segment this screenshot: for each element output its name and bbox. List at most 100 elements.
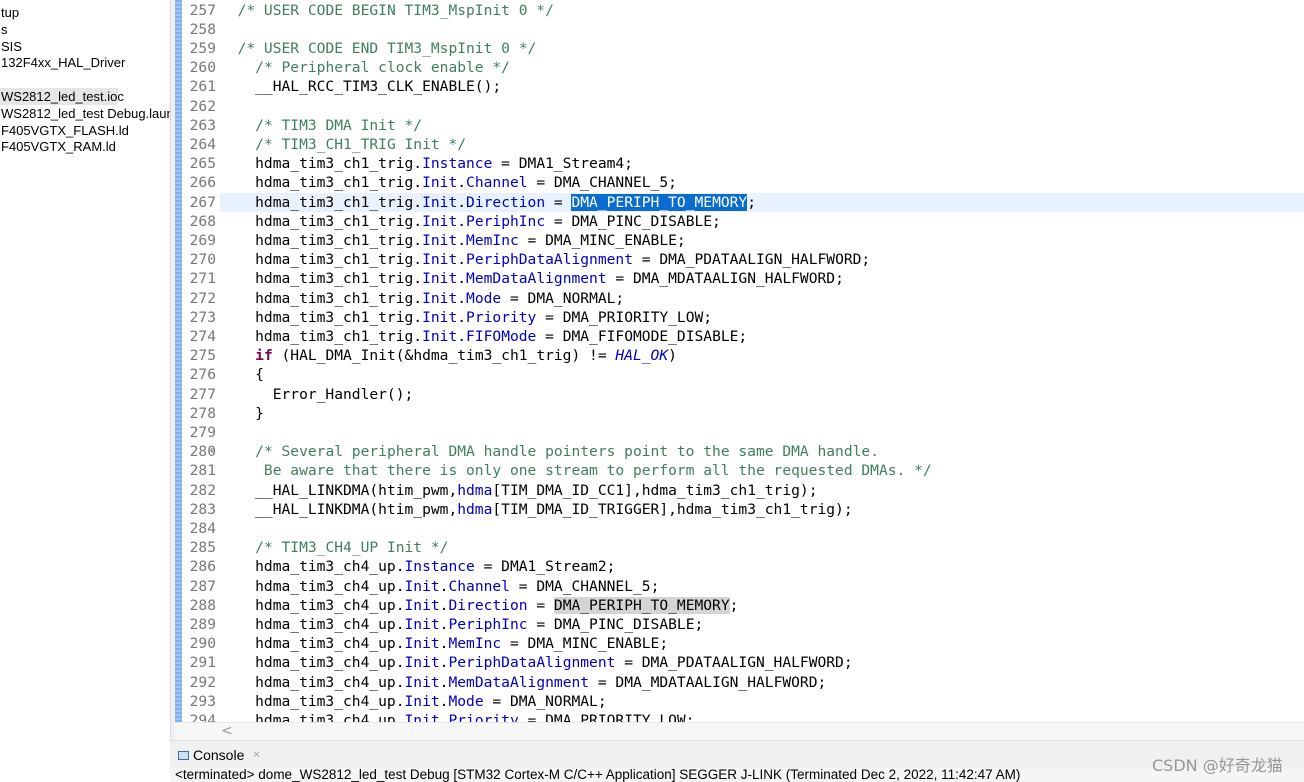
code-line[interactable]: hdma_tim3_ch1_trig.Init.PeriphInc = DMA_…: [220, 212, 1304, 231]
tree-item[interactable]: WS2812_led_test.ioc: [0, 88, 124, 105]
code-line[interactable]: hdma_tim3_ch4_up.Init.MemDataAlignment =…: [220, 673, 1304, 692]
line-number: 271: [189, 270, 216, 288]
tab-console[interactable]: Console ✕: [178, 747, 261, 763]
code-line[interactable]: /* TIM3_CH4_UP Init */: [220, 538, 1304, 557]
code-text: .: [457, 270, 467, 288]
code-line[interactable]: /* TIM3 DMA Init */: [220, 116, 1304, 135]
code-line[interactable]: hdma_tim3_ch1_trig.Init.Direction = DMA_…: [220, 192, 1304, 212]
watermark: CSDN @好奇龙猫: [1152, 756, 1283, 775]
line-number: 277: [189, 385, 216, 403]
code-field: Init: [404, 615, 440, 633]
code-line[interactable]: hdma_tim3_ch4_up.Instance = DMA1_Stream2…: [220, 557, 1304, 576]
tree-item[interactable]: s: [0, 21, 8, 38]
code-field: PeriphDataAlignment: [466, 251, 633, 269]
code-text: = DMA_MINC_ENABLE;: [518, 231, 686, 249]
code-line[interactable]: }: [220, 404, 1304, 423]
code-editor[interactable]: 257 /* USER CODE BEGIN TIM3_MspInit 0 */…: [182, 0, 1304, 722]
code-line[interactable]: /* TIM3_CH1_TRIG Init */: [220, 135, 1304, 154]
code-text: = DMA_CHANNEL_5;: [509, 577, 660, 595]
code-line[interactable]: [220, 97, 1304, 116]
line-number: 289: [189, 615, 216, 633]
code-line[interactable]: __HAL_LINKDMA(htim_pwm,hdma[TIM_DMA_ID_T…: [220, 500, 1304, 519]
code-line[interactable]: hdma_tim3_ch1_trig.Init.Mode = DMA_NORMA…: [220, 289, 1304, 308]
code-text: hdma_tim3_ch1_trig.: [220, 251, 423, 269]
line-number: 258: [189, 20, 216, 38]
code-field: Priority: [466, 308, 537, 326]
tree-item[interactable]: [0, 71, 1, 88]
code-field: PeriphInc: [466, 212, 546, 230]
code-line[interactable]: hdma_tim3_ch4_up.Init.PeriphInc = DMA_PI…: [220, 615, 1304, 634]
code-field: Channel: [466, 174, 528, 192]
code-field: Init: [422, 174, 458, 192]
tree-item[interactable]: SIS: [0, 38, 22, 55]
code-text: = DMA1_Stream4;: [492, 155, 633, 173]
code-line[interactable]: if (HAL_DMA_Init(&hdma_tim3_ch1_trig) !=…: [220, 346, 1304, 365]
line-number: 287: [189, 577, 216, 595]
code-line[interactable]: /* USER CODE END TIM3_MspInit 0 */: [220, 39, 1304, 58]
code-line[interactable]: hdma_tim3_ch1_trig.Init.MemInc = DMA_MIN…: [220, 231, 1304, 250]
code-text: .: [457, 231, 467, 249]
code-line[interactable]: /* Peripheral clock enable */: [220, 58, 1304, 77]
collapse-minus-icon[interactable]: ⊖: [210, 446, 215, 456]
code-line[interactable]: hdma_tim3_ch4_up.Init.Channel = DMA_CHAN…: [220, 577, 1304, 596]
line-number: 266: [189, 174, 216, 192]
code-line[interactable]: hdma_tim3_ch4_up.Init.PeriphDataAlignmen…: [220, 653, 1304, 672]
line-number: 261: [189, 78, 216, 96]
code-line[interactable]: hdma_tim3_ch1_trig.Init.Channel = DMA_CH…: [220, 173, 1304, 192]
horizontal-scrollbar[interactable]: <: [175, 722, 1304, 740]
line-number: 260: [189, 59, 216, 77]
code-comment: /* Several peripheral DMA handle pointer…: [255, 443, 879, 461]
tree-item[interactable]: F405VGTX_FLASH.ld: [0, 122, 129, 139]
code-line[interactable]: [220, 423, 1304, 442]
code-line[interactable]: Error_Handler();: [220, 385, 1304, 404]
code-field: Priority: [448, 711, 519, 722]
code-comment: /* USER CODE BEGIN TIM3_MspInit 0 */: [237, 1, 554, 19]
code-text: = DMA_PDATAALIGN_HALFWORD;: [632, 251, 871, 269]
code-line[interactable]: hdma_tim3_ch4_up.Init.Mode = DMA_NORMAL;: [220, 692, 1304, 711]
code-comment: /* TIM3_CH1_TRIG Init */: [255, 135, 467, 153]
code-line[interactable]: hdma_tim3_ch1_trig.Init.FIFOMode = DMA_F…: [220, 327, 1304, 346]
code-text: hdma_tim3_ch4_up.: [220, 673, 405, 691]
code-line[interactable]: hdma_tim3_ch4_up.Init.Priority = DMA_PRI…: [220, 711, 1304, 722]
code-line[interactable]: __HAL_LINKDMA(htim_pwm,hdma[TIM_DMA_ID_C…: [220, 481, 1304, 500]
code-text: ;: [729, 596, 739, 614]
code-field: Init: [404, 673, 440, 691]
code-line[interactable]: hdma_tim3_ch1_trig.Init.MemDataAlignment…: [220, 269, 1304, 288]
close-icon[interactable]: ✕: [252, 750, 260, 761]
line-number: 284: [189, 519, 216, 537]
tree-item[interactable]: F405VGTX_RAM.ld: [0, 138, 116, 155]
code-line[interactable]: Be aware that there is only one stream t…: [220, 461, 1304, 480]
code-comment: /* Peripheral clock enable */: [255, 59, 510, 77]
code-line[interactable]: /* USER CODE BEGIN TIM3_MspInit 0 */: [220, 1, 1304, 20]
code-line[interactable]: /* Several peripheral DMA handle pointer…: [220, 442, 1304, 461]
overview-ruler[interactable]: [175, 0, 182, 722]
tree-item[interactable]: 132F4xx_HAL_Driver: [0, 54, 125, 71]
code-line[interactable]: hdma_tim3_ch1_trig.Init.Priority = DMA_P…: [220, 308, 1304, 327]
code-line[interactable]: hdma_tim3_ch4_up.Init.MemInc = DMA_MINC_…: [220, 634, 1304, 653]
tree-item[interactable]: tup: [0, 4, 19, 21]
code-line[interactable]: __HAL_RCC_TIM3_CLK_ENABLE();: [220, 77, 1304, 96]
code-comment: /* TIM3_CH4_UP Init */: [255, 539, 449, 557]
line-number: 269: [189, 231, 216, 249]
line-number: 283: [189, 500, 216, 518]
code-line[interactable]: hdma_tim3_ch1_trig.Init.PeriphDataAlignm…: [220, 250, 1304, 269]
code-comment: Be aware that there is only one stream t…: [220, 462, 932, 480]
code-line[interactable]: hdma_tim3_ch4_up.Init.Direction = DMA_PE…: [220, 596, 1304, 615]
code-line[interactable]: hdma_tim3_ch1_trig.Instance = DMA1_Strea…: [220, 154, 1304, 173]
code-line[interactable]: [220, 519, 1304, 538]
code-text: __HAL_LINKDMA(htim_pwm,: [220, 500, 458, 518]
tree-item[interactable]: WS2812_led_test Debug.launch: [0, 105, 170, 122]
code-text: hdma_tim3_ch1_trig.: [220, 308, 423, 326]
code-line[interactable]: {: [220, 365, 1304, 384]
code-field: MemInc: [466, 231, 519, 249]
scroll-left-icon[interactable]: <: [221, 723, 233, 740]
line-number: 293: [189, 692, 216, 710]
code-field: Init: [422, 251, 458, 269]
code-field: Init: [404, 711, 440, 722]
code-line[interactable]: [220, 20, 1304, 39]
occurrence-highlight: DMA_PERIPH_TO_MEMORY: [553, 596, 730, 614]
code-text: hdma_tim3_ch4_up.: [220, 577, 405, 595]
